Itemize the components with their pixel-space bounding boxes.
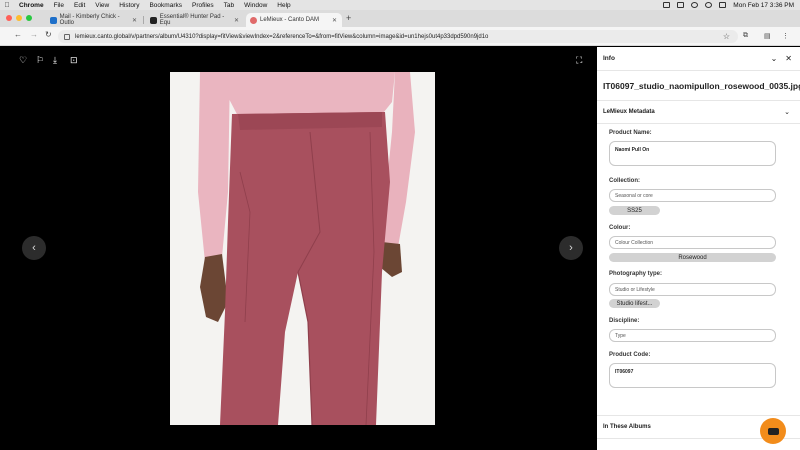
favorite-icon[interactable]: ♡ [19, 55, 27, 66]
metadata-section-title: LeMieux Metadata [603, 109, 655, 115]
close-panel-icon[interactable]: ✕ [785, 54, 792, 63]
sidebar-icon[interactable]: ▤ [764, 32, 771, 40]
window-controls [6, 15, 32, 21]
collection-chip[interactable]: SS25 [609, 206, 660, 215]
tab-label: Mail - Kimberly Chick - Outlo [59, 14, 120, 26]
menu-view[interactable]: View [90, 2, 114, 9]
product-photo [170, 72, 435, 425]
menu-window[interactable]: Window [239, 2, 272, 9]
previous-image-button[interactable]: ‹ [22, 236, 46, 260]
lemieux-favicon-icon [150, 16, 157, 24]
menu-tab[interactable]: Tab [219, 2, 239, 9]
extensions-icon[interactable]: ⧉ [743, 32, 748, 40]
site-info-icon[interactable] [64, 33, 70, 40]
bookmark-icon[interactable]: ⚐ [36, 55, 44, 66]
image-viewer: ♡ ⚐ ⤓ ⊡ ⛶ ‹ › [10, 47, 597, 450]
chat-support-button[interactable] [760, 418, 786, 444]
product-name-field[interactable]: Naomi Pull On [609, 141, 776, 166]
colour-label: Colour: [609, 225, 631, 231]
next-image-button[interactable]: › [559, 236, 583, 260]
photography-type-input[interactable]: Studio or Lifestyle [609, 283, 776, 296]
metadata-section-header[interactable]: LeMieux Metadata ⌄ [597, 100, 800, 124]
chevron-left-icon: ‹ [32, 242, 36, 254]
tab-label: LeMieux - Canto DAM [260, 17, 320, 23]
menu-profiles[interactable]: Profiles [187, 2, 219, 9]
product-code-field[interactable]: IT06097 [609, 363, 776, 388]
menubar-clock[interactable]: Mon Feb 17 3:36 PM [733, 2, 794, 9]
collection-label: Collection: [609, 178, 640, 184]
menu-help[interactable]: Help [272, 2, 295, 9]
more-menu-icon[interactable]: ⋮ [782, 32, 789, 40]
collection-input[interactable]: Seasonal or core [609, 189, 776, 202]
collapse-all-icon[interactable]: ⌄ [771, 54, 778, 63]
colour-input[interactable]: Colour Collection [609, 236, 776, 249]
battery-icon[interactable] [663, 2, 671, 8]
colour-chip[interactable]: Rosewood [609, 253, 776, 262]
fullscreen-icon[interactable]: ⛶ [576, 55, 582, 66]
chat-icon [767, 427, 779, 435]
maximize-window-icon[interactable] [26, 15, 32, 21]
tab-strip: Mail - Kimberly Chick - Outlo ✕ Essentia… [0, 10, 800, 27]
chevron-down-icon[interactable]: ⌄ [784, 108, 800, 116]
info-panel-header: Info ⌄ ✕ [597, 47, 800, 71]
product-name-label: Product Name: [609, 130, 652, 136]
panel-actions: ⌄ ✕ [771, 54, 800, 63]
control-center-icon[interactable] [719, 2, 727, 8]
photography-type-chip[interactable]: Studio lifest... [609, 299, 660, 308]
product-code-label: Product Code: [609, 352, 651, 358]
close-tab-icon[interactable]: ✕ [132, 17, 142, 24]
mac-menubar:  Chrome File Edit View History Bookmark… [0, 0, 800, 10]
url-text: lemieux.canto.global/v/partners/album/U4… [75, 33, 489, 40]
new-tab-icon[interactable]: + [346, 13, 351, 23]
info-panel: Info ⌄ ✕ IT06097_studio_naomipullon_rose… [597, 47, 800, 450]
menu-bookmarks[interactable]: Bookmarks [144, 2, 187, 9]
menu-chrome[interactable]: Chrome [14, 2, 49, 9]
tab-label: Essential® Hunter Pad - Equ [159, 14, 225, 26]
download-icon[interactable]: ⤓ [53, 55, 57, 66]
canto-favicon-icon [250, 16, 257, 24]
menu-file[interactable]: File [49, 2, 69, 9]
outlook-favicon-icon [50, 16, 57, 24]
url-field[interactable]: lemieux.canto.global/v/partners/album/U4… [58, 30, 738, 43]
wifi-icon[interactable] [691, 2, 699, 8]
discipline-input[interactable]: Type [609, 329, 776, 342]
file-name: IT06097_studio_naomipullon_rosewood_0035… [603, 81, 800, 91]
search-icon[interactable] [705, 2, 713, 8]
close-tab-icon[interactable]: ✕ [332, 17, 342, 24]
close-window-icon[interactable] [6, 15, 12, 21]
screen-icon[interactable] [677, 2, 685, 8]
minimize-window-icon[interactable] [16, 15, 22, 21]
back-icon[interactable]: ← [14, 30, 22, 39]
embed-icon[interactable]: ⊡ [70, 55, 78, 66]
albums-section-title: In These Albums [603, 424, 651, 430]
address-bar: ← → ↻ lemieux.canto.global/v/partners/al… [0, 27, 800, 46]
legging-photo-illustration [170, 72, 435, 425]
tab-canto-dam[interactable]: LeMieux - Canto DAM ✕ [246, 13, 342, 27]
chevron-right-icon: › [569, 242, 573, 254]
tab-outlook[interactable]: Mail - Kimberly Chick - Outlo ✕ [46, 13, 142, 27]
forward-icon[interactable]: → [30, 30, 38, 39]
tab-divider [143, 16, 144, 24]
menu-edit[interactable]: Edit [69, 2, 90, 9]
photography-type-label: Photography type: [609, 271, 663, 277]
discipline-label: Discipline: [609, 318, 640, 324]
tab-hunter-pad[interactable]: Essential® Hunter Pad - Equ ✕ [146, 13, 244, 27]
menu-history[interactable]: History [114, 2, 144, 9]
close-tab-icon[interactable]: ✕ [234, 17, 244, 24]
status-area: Mon Feb 17 3:36 PM [663, 2, 800, 9]
apple-menu-icon[interactable]:  [0, 2, 14, 9]
info-title: Info [603, 55, 615, 62]
reload-icon[interactable]: ↻ [45, 30, 52, 39]
bookmark-star-icon[interactable]: ☆ [723, 32, 730, 41]
